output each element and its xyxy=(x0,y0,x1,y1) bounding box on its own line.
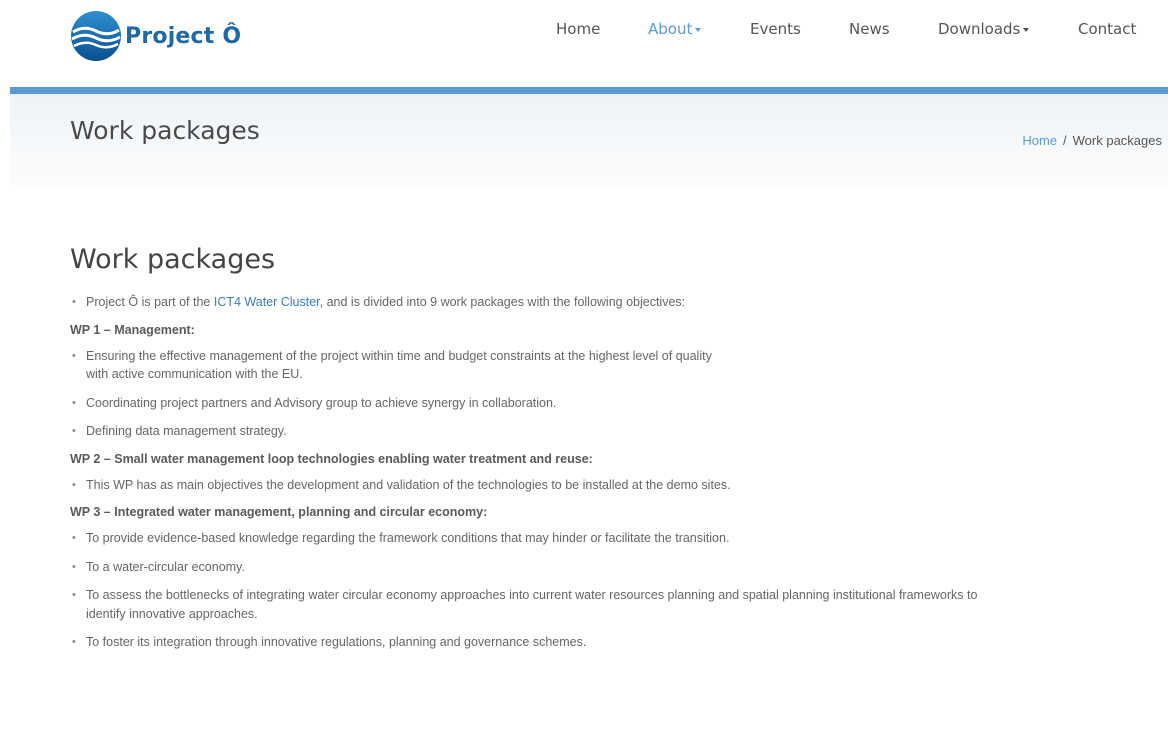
breadcrumb: Home / Work packages xyxy=(1022,133,1162,148)
list-item: Coordinating project partners and Adviso… xyxy=(70,394,1130,413)
wp1-heading: WP 1 – Management: xyxy=(70,322,195,337)
nav-home-label: Home xyxy=(556,20,601,38)
wp3-list: To provide evidence-based knowledge rega… xyxy=(70,529,1130,652)
wp2-list: This WP has as main objectives the devel… xyxy=(70,476,1130,495)
intro-list: Project Ô is part of the ICT4 Water Clus… xyxy=(70,293,1130,312)
list-item: To assess the bottlenecks of integrating… xyxy=(70,586,1130,623)
breadcrumb-current: Work packages xyxy=(1072,133,1162,148)
nav-events[interactable]: Events xyxy=(750,20,801,38)
wp1-item-1-line-2: with active communication with the EU. xyxy=(86,367,303,381)
nav-home[interactable]: Home xyxy=(556,20,600,38)
breadcrumb-home-link[interactable]: Home xyxy=(1022,133,1057,148)
nav-about-label: About xyxy=(648,20,693,38)
accent-bar xyxy=(10,87,1168,94)
chevron-down-icon xyxy=(1023,27,1030,32)
wp3-item-3-line-1: To assess the bottlenecks of integrating… xyxy=(86,588,978,602)
wp1-list: Ensuring the effective management of the… xyxy=(70,347,1130,441)
wp1-item-1-line-1: Ensuring the effective management of the… xyxy=(86,348,712,363)
list-item: Project Ô is part of the ICT4 Water Clus… xyxy=(70,293,1130,312)
list-item: To foster its integration through innova… xyxy=(70,633,1130,652)
main-nav: Home About Events News Downloads Contact xyxy=(0,20,1168,40)
nav-events-label: Events xyxy=(750,20,801,38)
page-banner: Work packages Home / Work packages xyxy=(10,94,1168,186)
ict4-water-cluster-link[interactable]: ICT4 Water Cluster xyxy=(214,295,320,309)
list-item: Defining data management strategy. xyxy=(70,422,1130,441)
list-item: Ensuring the effective management of the… xyxy=(70,347,1130,384)
intro-text-before: Project Ô is part of the xyxy=(86,295,214,309)
intro-text-after: , and is divided into 9 work packages wi… xyxy=(319,295,686,309)
list-item: To a water-circular economy. xyxy=(70,558,1130,577)
wp3-item-3-line-2: identify innovative approaches. xyxy=(86,606,258,621)
main-content: Work packages Project Ô is part of the I… xyxy=(70,244,1130,662)
list-item: To provide evidence-based knowledge rega… xyxy=(70,529,1130,548)
page-title: Work packages xyxy=(70,244,276,275)
wp3-heading: WP 3 – Integrated water management, plan… xyxy=(70,505,488,519)
site-header: Project Ô Home About Events News Downloa… xyxy=(0,0,1168,87)
nav-contact[interactable]: Contact xyxy=(1078,20,1136,38)
nav-downloads-label: Downloads xyxy=(938,20,1021,38)
nav-news-label: News xyxy=(849,20,890,38)
banner-title: Work packages xyxy=(70,116,260,145)
nav-news[interactable]: News xyxy=(849,20,890,38)
wp2-heading: WP 2 – Small water management loop techn… xyxy=(70,451,593,466)
chevron-down-icon xyxy=(695,27,702,32)
nav-downloads[interactable]: Downloads xyxy=(938,20,1030,38)
breadcrumb-separator: / xyxy=(1063,133,1067,148)
list-item: This WP has as main objectives the devel… xyxy=(70,476,1130,495)
nav-contact-label: Contact xyxy=(1078,20,1137,38)
nav-about[interactable]: About xyxy=(648,20,702,38)
